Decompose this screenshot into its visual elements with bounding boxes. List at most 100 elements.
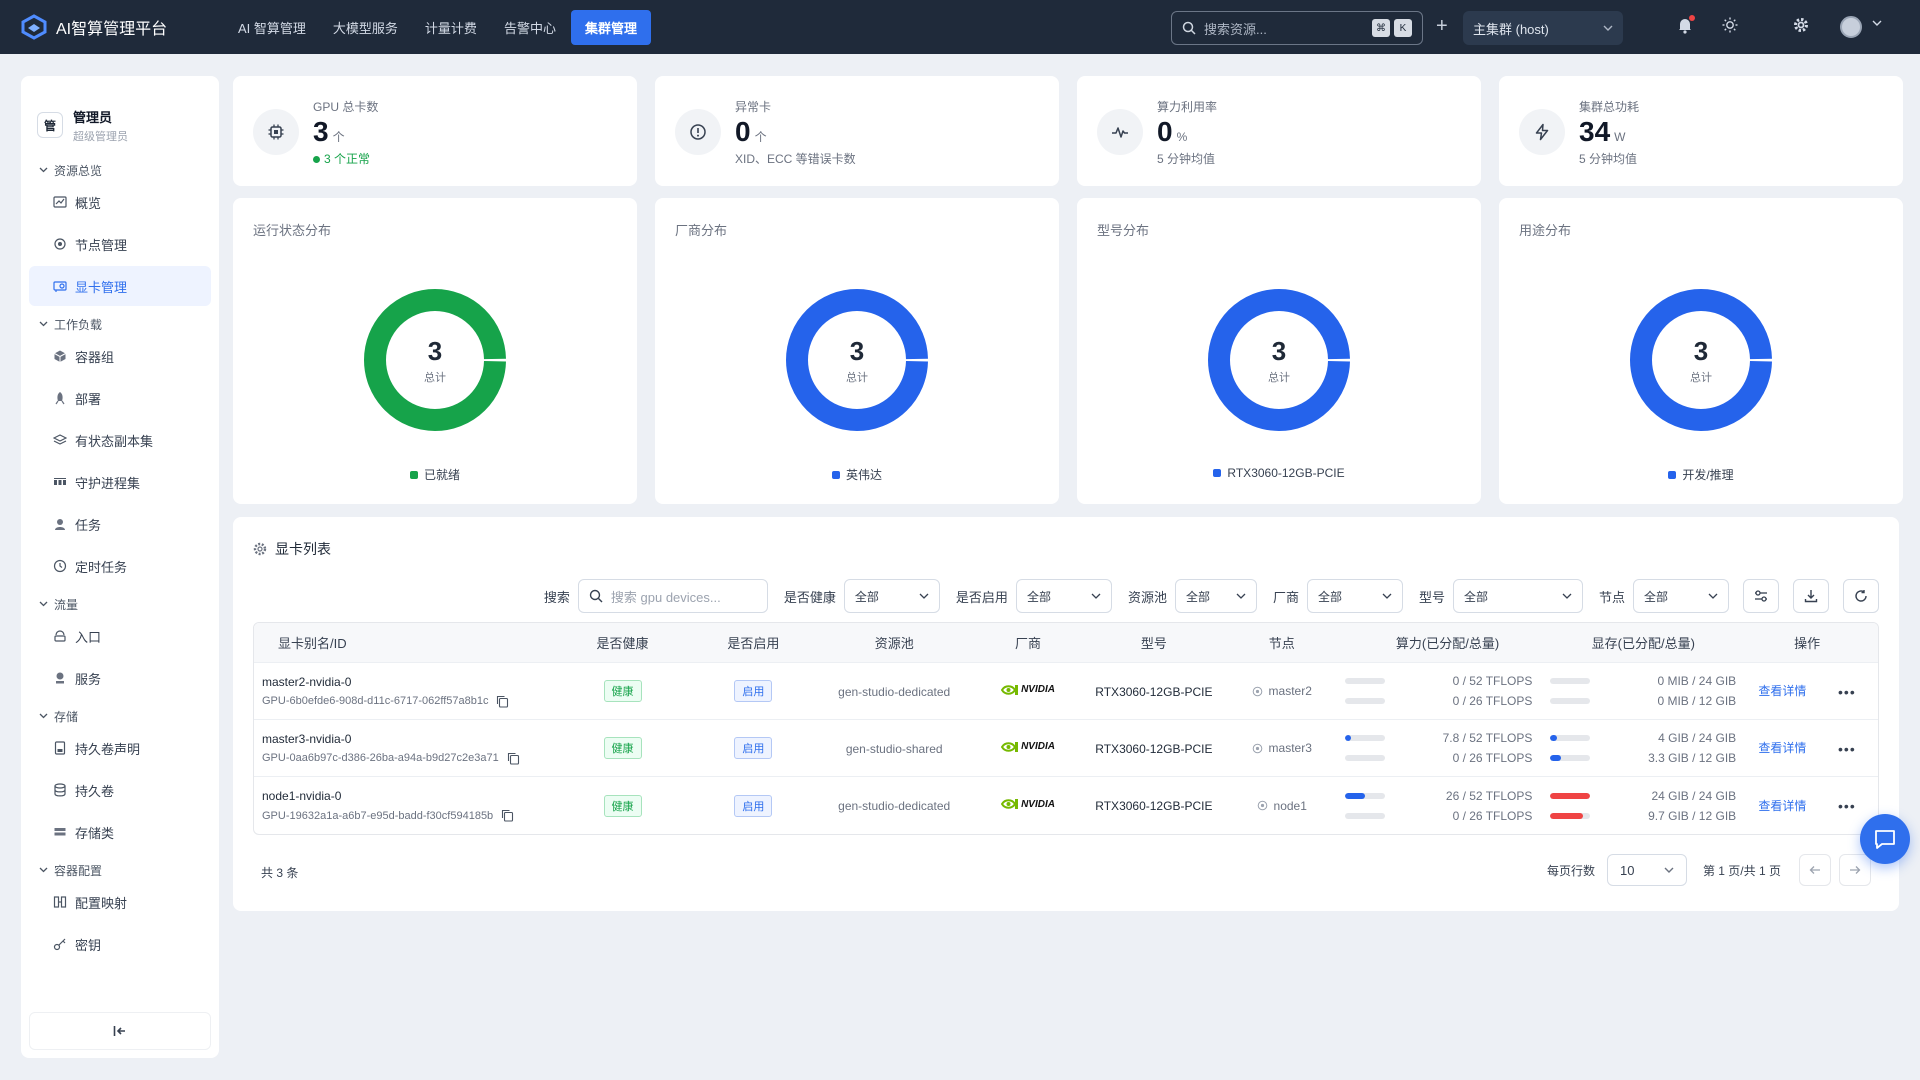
col-header-node[interactable]: 节点 xyxy=(1219,633,1345,652)
more-icon[interactable]: ••• xyxy=(1838,798,1856,814)
view-details-link[interactable]: 查看详情 xyxy=(1758,684,1806,698)
filter-select-value: 全部 xyxy=(1185,589,1210,604)
col-header-model[interactable]: 型号 xyxy=(1089,633,1219,652)
donut-chart[interactable]: 3 总计 xyxy=(777,280,937,440)
node-text[interactable]: master2 xyxy=(1269,684,1312,698)
filter-select[interactable]: 全部 xyxy=(1306,579,1403,613)
nav-item-alerts[interactable]: 告警中心 xyxy=(492,11,568,44)
node-text[interactable]: node1 xyxy=(1274,799,1307,813)
chat-assistant-button[interactable] xyxy=(1860,814,1910,864)
donut-chart[interactable]: 3 总计 xyxy=(355,280,515,440)
sidebar-group-header[interactable]: 工作负载 xyxy=(21,314,219,334)
sidebar-item[interactable]: 节点管理 xyxy=(29,224,211,264)
memory-text: 4 GIB / 24 GIB xyxy=(1658,731,1737,745)
sidebar-item[interactable]: 容器组 xyxy=(29,336,211,376)
sidebar-item[interactable]: 密钥 xyxy=(29,924,211,964)
stat-label: GPU 总卡数 xyxy=(313,100,379,114)
view-details-link[interactable]: 查看详情 xyxy=(1758,741,1806,755)
gpu-search-input[interactable]: 搜索 gpu devices... xyxy=(577,579,768,613)
stat-label: 算力利用率 xyxy=(1157,100,1218,114)
nav-item-billing[interactable]: 计量计费 xyxy=(413,11,489,44)
refresh-button[interactable] xyxy=(1843,579,1879,613)
sidebar-item[interactable]: 存储类 xyxy=(29,812,211,852)
avatar[interactable] xyxy=(1840,16,1862,38)
col-header-pool[interactable]: 资源池 xyxy=(821,633,967,652)
table-row[interactable]: master3-nvidia-0 GPU-0aa6b97c-d386-26ba-… xyxy=(254,720,1878,777)
filter-select[interactable]: 全部 xyxy=(1452,579,1583,613)
donut-legend[interactable]: RTX3060-12GB-PCIE xyxy=(1077,466,1481,480)
donut-legend[interactable]: 英伟达 xyxy=(655,466,1059,483)
chip-icon xyxy=(268,124,284,140)
sidebar-item[interactable]: 部署 xyxy=(29,378,211,418)
col-header-compute[interactable]: 算力(已分配/总量) xyxy=(1345,633,1551,652)
sidebar-item[interactable]: 配置映射 xyxy=(29,882,211,922)
memory-bar-fill xyxy=(1550,792,1591,799)
chevron-down-icon[interactable] xyxy=(1872,20,1882,26)
gpu-uuid-text: GPU-19632a1a-a6b7-e95d-badd-f30cf594185b xyxy=(262,809,494,822)
stat-value: 0个 xyxy=(735,116,767,148)
sidebar-item[interactable]: 入口 xyxy=(29,616,211,656)
node-text[interactable]: master3 xyxy=(1269,741,1312,755)
table-row[interactable]: master2-nvidia-0 GPU-6b0efde6-908d-d11c-… xyxy=(254,663,1878,720)
node-icon xyxy=(1252,686,1262,696)
sidebar-item[interactable]: 概览 xyxy=(29,182,211,222)
view-details-link[interactable]: 查看详情 xyxy=(1758,799,1806,813)
sidebar-item[interactable]: 定时任务 xyxy=(29,546,211,586)
sidebar-item-label: 定时任务 xyxy=(75,559,128,575)
chevron-down-icon xyxy=(1562,593,1572,599)
sun-icon[interactable] xyxy=(1722,17,1738,36)
sidebar-item[interactable]: 持久卷 xyxy=(29,770,211,810)
donut-total: 3 xyxy=(849,335,865,366)
column-settings-button[interactable] xyxy=(1743,579,1779,613)
copy-icon[interactable] xyxy=(507,752,520,765)
sidebar-item[interactable]: 持久卷声明 xyxy=(29,728,211,768)
donut-chart[interactable]: 3 总计 xyxy=(1199,280,1359,440)
col-header-vendor[interactable]: 厂商 xyxy=(967,633,1089,652)
bell-icon[interactable] xyxy=(1677,15,1695,37)
sidebar-group-header[interactable]: 存储 xyxy=(21,706,219,726)
donut-chart[interactable]: 3 总计 xyxy=(1621,280,1781,440)
download-button[interactable] xyxy=(1793,579,1829,613)
filter-select[interactable]: 全部 xyxy=(1174,579,1257,613)
col-header-health[interactable]: 是否健康 xyxy=(560,633,686,652)
col-header-memory[interactable]: 显存(已分配/总量) xyxy=(1550,633,1736,652)
filter-select[interactable]: 全部 xyxy=(1015,579,1112,613)
col-header-enabled[interactable]: 是否启用 xyxy=(685,633,821,652)
filter-select[interactable]: 全部 xyxy=(843,579,940,613)
stat-number: 3 xyxy=(313,116,329,147)
col-header-id[interactable]: 显卡别名/ID xyxy=(254,633,560,652)
next-page-button[interactable] xyxy=(1839,854,1871,886)
table-row[interactable]: node1-nvidia-0 GPU-19632a1a-a6b7-e95d-ba… xyxy=(254,777,1878,834)
global-search-input[interactable]: 搜索资源... ⌘ K xyxy=(1171,11,1423,45)
sidebar-group-header[interactable]: 流量 xyxy=(21,594,219,614)
more-icon[interactable]: ••• xyxy=(1838,741,1856,757)
sidebar-item[interactable]: 显卡管理 xyxy=(29,266,211,306)
nav-item-llm-service[interactable]: 大模型服务 xyxy=(321,11,410,44)
prev-page-button[interactable] xyxy=(1799,854,1831,886)
page-size-select[interactable]: 10 xyxy=(1606,854,1687,886)
donut-legend[interactable]: 开发/推理 xyxy=(1499,466,1903,483)
pool-cell: gen-studio-dedicated xyxy=(821,798,967,813)
nav-item-cluster[interactable]: 集群管理 xyxy=(570,9,651,45)
more-icon[interactable]: ••• xyxy=(1838,684,1856,700)
collapse-sidebar-button[interactable] xyxy=(29,1012,211,1050)
sidebar-item[interactable]: 任务 xyxy=(29,504,211,544)
search-icon xyxy=(589,589,603,603)
brand[interactable]: AI智算管理平台 xyxy=(20,13,210,41)
cluster-select[interactable]: 主集群 (host) xyxy=(1463,11,1623,45)
sidebar-item[interactable]: 有状态副本集 xyxy=(29,420,211,460)
copy-icon[interactable] xyxy=(501,809,514,822)
donut-center: 3 总计 xyxy=(1199,280,1359,440)
memory-bar xyxy=(1550,755,1591,761)
nav-item-ai-compute[interactable]: AI 智算管理 xyxy=(226,11,318,44)
sidebar-group-header[interactable]: 资源总览 xyxy=(21,160,219,180)
filter-select[interactable]: 全部 xyxy=(1633,579,1729,613)
copy-icon[interactable] xyxy=(496,695,509,708)
gear-icon[interactable] xyxy=(1793,17,1809,36)
sidebar-group-header[interactable]: 容器配置 xyxy=(21,860,219,880)
legend-label: RTX3060-12GB-PCIE xyxy=(1227,466,1345,480)
donut-legend[interactable]: 已就绪 xyxy=(233,466,637,483)
sidebar-item[interactable]: 守护进程集 xyxy=(29,462,211,502)
plus-icon[interactable]: + xyxy=(1436,16,1448,36)
sidebar-item[interactable]: 服务 xyxy=(29,658,211,698)
